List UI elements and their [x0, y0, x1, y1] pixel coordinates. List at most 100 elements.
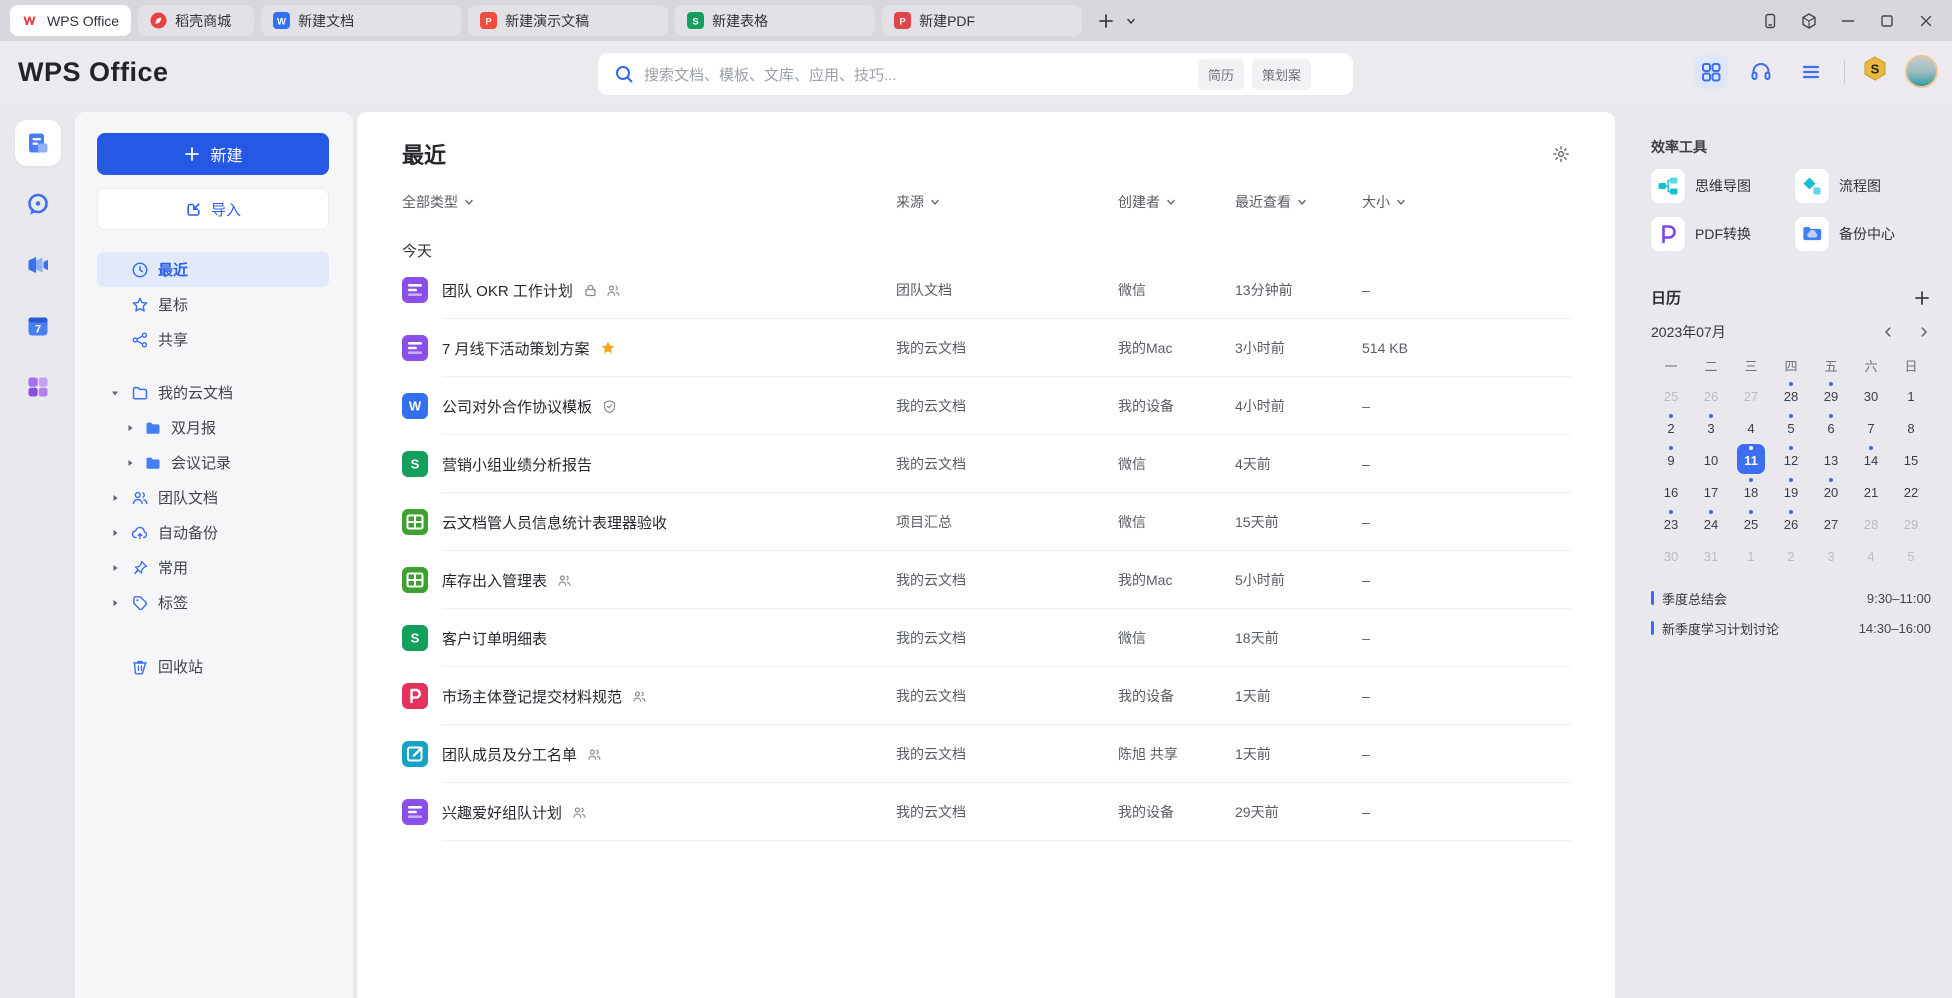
caret-right-icon[interactable]: [110, 493, 120, 503]
sidebar-item-常用[interactable]: 常用: [97, 550, 329, 585]
calendar-day[interactable]: 24: [1691, 507, 1731, 539]
calendar-event[interactable]: 新季度学习计划讨论14:30–16:00: [1651, 613, 1931, 643]
minimize-button[interactable]: [1832, 6, 1864, 36]
sidebar-item-共享[interactable]: 共享: [97, 322, 329, 357]
calendar-day[interactable]: 11: [1731, 443, 1771, 475]
calendar-day[interactable]: 3: [1811, 539, 1851, 571]
calendar-day[interactable]: 5: [1771, 411, 1811, 443]
rail-documents[interactable]: [15, 120, 61, 166]
new-tab-button[interactable]: [1097, 12, 1115, 30]
member-badge[interactable]: S: [1861, 55, 1889, 88]
search-suggestion-chip[interactable]: 策划案: [1252, 59, 1311, 90]
sidebar-item-我的云文档[interactable]: 我的云文档: [97, 375, 329, 410]
tab-新建演示文稿[interactable]: P新建演示文稿: [468, 5, 668, 36]
calendar-day[interactable]: 30: [1651, 539, 1691, 571]
tab-新建文档[interactable]: W新建文档: [261, 5, 461, 36]
caret-right-icon[interactable]: [125, 458, 135, 468]
calendar-day[interactable]: 25: [1651, 379, 1691, 411]
sidebar-item-自动备份[interactable]: 自动备份: [97, 515, 329, 550]
main-menu-button[interactable]: [1794, 55, 1828, 89]
caret-right-icon[interactable]: [110, 598, 120, 608]
calendar-day[interactable]: 4: [1851, 539, 1891, 571]
new-document-button[interactable]: 新建: [97, 133, 329, 175]
calendar-day[interactable]: 16: [1651, 475, 1691, 507]
calendar-day[interactable]: 28: [1851, 507, 1891, 539]
sidebar-item-标签[interactable]: 标签: [97, 585, 329, 620]
caret-right-icon[interactable]: [110, 563, 120, 573]
calendar-day[interactable]: 12: [1771, 443, 1811, 475]
file-row[interactable]: S客户订单明细表我的云文档微信18天前–: [402, 609, 1571, 667]
calendar-day[interactable]: 5: [1891, 539, 1931, 571]
calendar-day[interactable]: 26: [1691, 379, 1731, 411]
calendar-day[interactable]: 14: [1851, 443, 1891, 475]
rail-apps[interactable]: [15, 364, 61, 410]
calendar-day[interactable]: 1: [1731, 539, 1771, 571]
customer-service-button[interactable]: [1744, 55, 1778, 89]
tab-WPS Office[interactable]: WPS Office: [10, 5, 131, 36]
sidebar-item-双月报[interactable]: 双月报: [97, 410, 329, 445]
calendar-day[interactable]: 29: [1891, 507, 1931, 539]
close-button[interactable]: [1910, 6, 1942, 36]
file-row[interactable]: 团队成员及分工名单我的云文档陈旭 共享1天前–: [402, 725, 1571, 783]
filter-创建者[interactable]: 创建者: [1118, 192, 1235, 212]
mobile-view-button[interactable]: [1754, 6, 1786, 36]
file-row[interactable]: W公司对外合作协议模板我的云文档我的设备4小时前–: [402, 377, 1571, 435]
calendar-next-button[interactable]: [1917, 325, 1931, 339]
tab-list-button[interactable]: [1125, 15, 1137, 27]
sidebar-item-星标[interactable]: 星标: [97, 287, 329, 322]
calendar-prev-button[interactable]: [1881, 325, 1895, 339]
file-row[interactable]: 云文档管人员信息统计表理器验收项目汇总微信15天前–: [402, 493, 1571, 551]
filter-大小[interactable]: 大小: [1362, 192, 1571, 212]
sidebar-item-最近[interactable]: 最近: [97, 252, 329, 287]
calendar-day[interactable]: 9: [1651, 443, 1691, 475]
import-button[interactable]: 导入: [97, 188, 329, 230]
calendar-day[interactable]: 25: [1731, 507, 1771, 539]
calendar-day[interactable]: 2: [1771, 539, 1811, 571]
search-bar[interactable]: 搜索文档、模板、文库、应用、技巧... 简历策划案: [598, 53, 1353, 95]
calendar-day[interactable]: 21: [1851, 475, 1891, 507]
sidebar-item-回收站[interactable]: 回收站: [97, 649, 329, 684]
home-apps-button[interactable]: [1694, 55, 1728, 89]
rail-calendar[interactable]: 7: [15, 303, 61, 349]
file-row[interactable]: 团队 OKR 工作计划团队文档微信13分钟前–: [402, 261, 1571, 319]
calendar-day[interactable]: 7: [1851, 411, 1891, 443]
calendar-day[interactable]: 15: [1891, 443, 1931, 475]
calendar-day[interactable]: 17: [1691, 475, 1731, 507]
calendar-day[interactable]: 30: [1851, 379, 1891, 411]
rail-messages[interactable]: [15, 181, 61, 227]
calendar-day[interactable]: 22: [1891, 475, 1931, 507]
tool-流程图[interactable]: 流程图: [1795, 169, 1937, 203]
calendar-day[interactable]: 23: [1651, 507, 1691, 539]
calendar-day[interactable]: 2: [1651, 411, 1691, 443]
tab-新建PDF[interactable]: P新建PDF: [882, 5, 1082, 36]
tool-备份中心[interactable]: 备份中心: [1795, 217, 1937, 251]
calendar-day[interactable]: 1: [1891, 379, 1931, 411]
rail-meetings[interactable]: [15, 242, 61, 288]
maximize-button[interactable]: [1871, 6, 1903, 36]
calendar-add-button[interactable]: [1913, 289, 1931, 307]
filter-来源[interactable]: 来源: [896, 192, 1118, 212]
sidebar-item-团队文档[interactable]: 团队文档: [97, 480, 329, 515]
calendar-day[interactable]: 26: [1771, 507, 1811, 539]
tab-新建表格[interactable]: S新建表格: [675, 5, 875, 36]
calendar-day[interactable]: 6: [1811, 411, 1851, 443]
settings-gear-icon[interactable]: [1551, 144, 1571, 164]
filter-全部类型[interactable]: 全部类型: [402, 192, 896, 212]
filter-最近查看[interactable]: 最近查看: [1235, 192, 1362, 212]
calendar-day[interactable]: 20: [1811, 475, 1851, 507]
calendar-day[interactable]: 4: [1731, 411, 1771, 443]
calendar-day[interactable]: 31: [1691, 539, 1731, 571]
caret-down-icon[interactable]: [110, 388, 120, 398]
calendar-day[interactable]: 13: [1811, 443, 1851, 475]
file-row[interactable]: 7 月线下活动策划方案我的云文档我的Mac3小时前514 KB: [402, 319, 1571, 377]
tool-思维导图[interactable]: 思维导图: [1651, 169, 1795, 203]
calendar-day[interactable]: 8: [1891, 411, 1931, 443]
search-input[interactable]: 搜索文档、模板、文库、应用、技巧...: [644, 64, 1190, 85]
calendar-day[interactable]: 19: [1771, 475, 1811, 507]
file-row[interactable]: 市场主体登记提交材料规范我的云文档我的设备1天前–: [402, 667, 1571, 725]
user-avatar[interactable]: [1905, 55, 1938, 88]
file-row[interactable]: 兴趣爱好组队计划我的云文档我的设备29天前–: [402, 783, 1571, 841]
calendar-day[interactable]: 18: [1731, 475, 1771, 507]
file-row[interactable]: 库存出入管理表我的云文档我的Mac5小时前–: [402, 551, 1571, 609]
file-row[interactable]: S营销小组业绩分析报告我的云文档微信4天前–: [402, 435, 1571, 493]
